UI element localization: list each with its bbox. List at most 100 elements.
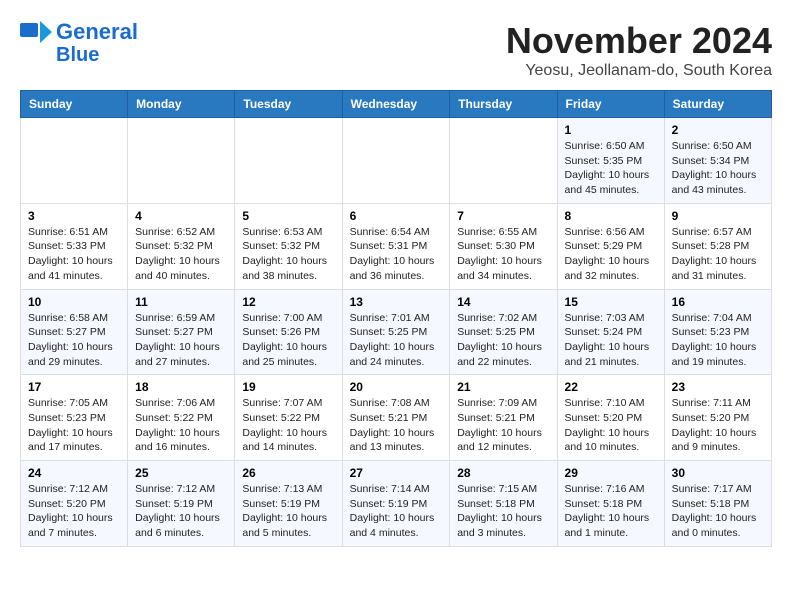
calendar-cell: 7 Sunrise: 6:55 AM Sunset: 5:30 PM Daylig… xyxy=(450,203,557,289)
day-info: Sunrise: 7:00 AM Sunset: 5:26 PM Dayligh… xyxy=(242,311,334,370)
day-number: 2 xyxy=(672,123,764,137)
day-number: 20 xyxy=(350,380,443,394)
calendar-cell: 25Sunrise: 7:12 AM Sunset: 5:19 PM Dayli… xyxy=(128,461,235,547)
calendar-cell: 12Sunrise: 7:00 AM Sunset: 5:26 PM Dayli… xyxy=(235,289,342,375)
logo: General Blue xyxy=(20,20,138,66)
day-info: Sunrise: 7:13 AM Sunset: 5:19 PM Dayligh… xyxy=(242,482,334,541)
day-number: 3 xyxy=(28,209,120,223)
day-info: Sunrise: 7:16 AM Sunset: 5:18 PM Dayligh… xyxy=(565,482,657,541)
calendar-table: SundayMondayTuesdayWednesdayThursdayFrid… xyxy=(20,90,772,547)
day-number: 4 xyxy=(135,209,227,223)
logo-icon xyxy=(20,21,52,43)
weekday-header-friday: Friday xyxy=(557,91,664,118)
calendar-cell: 26 Sunrise: 7:13 AM Sunset: 5:19 PM Dayli… xyxy=(235,461,342,547)
day-info: Sunrise: 6:56 AM Sunset: 5:29 PM Dayligh… xyxy=(565,225,657,284)
calendar-cell: 4 Sunrise: 6:52 AM Sunset: 5:32 PM Daylig… xyxy=(128,203,235,289)
day-info: Sunrise: 7:14 AM Sunset: 5:19 PM Dayligh… xyxy=(350,482,443,541)
day-info: Sunrise: 6:59 AM Sunset: 5:27 PM Dayligh… xyxy=(135,311,227,370)
day-info: Sunrise: 6:57 AM Sunset: 5:28 PM Dayligh… xyxy=(672,225,764,284)
week-row-2: 3 Sunrise: 6:51 AM Sunset: 5:33 PM Daylig… xyxy=(21,203,772,289)
day-info: Sunrise: 7:17 AM Sunset: 5:18 PM Dayligh… xyxy=(672,482,764,541)
day-number: 5 xyxy=(242,209,334,223)
calendar-cell: 17Sunrise: 7:05 AM Sunset: 5:23 PM Dayli… xyxy=(21,375,128,461)
day-number: 26 xyxy=(242,466,334,480)
day-number: 25 xyxy=(135,466,227,480)
day-number: 13 xyxy=(350,295,443,309)
week-row-4: 17Sunrise: 7:05 AM Sunset: 5:23 PM Dayli… xyxy=(21,375,772,461)
calendar-cell: 22Sunrise: 7:10 AM Sunset: 5:20 PM Dayli… xyxy=(557,375,664,461)
calendar-cell: 30 Sunrise: 7:17 AM Sunset: 5:18 PM Dayli… xyxy=(664,461,771,547)
calendar-cell: 11 Sunrise: 6:59 AM Sunset: 5:27 PM Dayli… xyxy=(128,289,235,375)
day-number: 27 xyxy=(350,466,443,480)
day-number: 11 xyxy=(135,295,227,309)
day-info: Sunrise: 7:10 AM Sunset: 5:20 PM Dayligh… xyxy=(565,396,657,455)
day-number: 15 xyxy=(565,295,657,309)
calendar-cell xyxy=(450,118,557,204)
day-number: 6 xyxy=(350,209,443,223)
calendar-cell: 15 Sunrise: 7:03 AM Sunset: 5:24 PM Dayli… xyxy=(557,289,664,375)
weekday-header-row: SundayMondayTuesdayWednesdayThursdayFrid… xyxy=(21,91,772,118)
day-info: Sunrise: 7:06 AM Sunset: 5:22 PM Dayligh… xyxy=(135,396,227,455)
logo-text: General xyxy=(56,20,138,44)
calendar-title-area: November 2024 Yeosu, Jeollanam-do, South… xyxy=(506,20,772,80)
calendar-cell: 2 Sunrise: 6:50 AM Sunset: 5:34 PM Daylig… xyxy=(664,118,771,204)
day-info: Sunrise: 7:11 AM Sunset: 5:20 PM Dayligh… xyxy=(672,396,764,455)
calendar-cell: 14 Sunrise: 7:02 AM Sunset: 5:25 PM Dayli… xyxy=(450,289,557,375)
weekday-header-saturday: Saturday xyxy=(664,91,771,118)
calendar-cell: 24Sunrise: 7:12 AM Sunset: 5:20 PM Dayli… xyxy=(21,461,128,547)
calendar-cell: 23Sunrise: 7:11 AM Sunset: 5:20 PM Dayli… xyxy=(664,375,771,461)
day-number: 7 xyxy=(457,209,549,223)
calendar-cell: 19 Sunrise: 7:07 AM Sunset: 5:22 PM Dayli… xyxy=(235,375,342,461)
day-info: Sunrise: 7:05 AM Sunset: 5:23 PM Dayligh… xyxy=(28,396,120,455)
calendar-subtitle: Yeosu, Jeollanam-do, South Korea xyxy=(506,62,772,80)
day-info: Sunrise: 6:55 AM Sunset: 5:30 PM Dayligh… xyxy=(457,225,549,284)
weekday-header-tuesday: Tuesday xyxy=(235,91,342,118)
day-number: 30 xyxy=(672,466,764,480)
calendar-title: November 2024 xyxy=(506,20,772,62)
day-info: Sunrise: 7:03 AM Sunset: 5:24 PM Dayligh… xyxy=(565,311,657,370)
week-row-5: 24Sunrise: 7:12 AM Sunset: 5:20 PM Dayli… xyxy=(21,461,772,547)
calendar-cell: 10 Sunrise: 6:58 AM Sunset: 5:27 PM Dayli… xyxy=(21,289,128,375)
calendar-cell: 21 Sunrise: 7:09 AM Sunset: 5:21 PM Dayli… xyxy=(450,375,557,461)
page-header: General Blue November 2024 Yeosu, Jeolla… xyxy=(20,20,772,80)
day-number: 10 xyxy=(28,295,120,309)
day-info: Sunrise: 7:01 AM Sunset: 5:25 PM Dayligh… xyxy=(350,311,443,370)
day-info: Sunrise: 6:50 AM Sunset: 5:34 PM Dayligh… xyxy=(672,139,764,198)
day-number: 29 xyxy=(565,466,657,480)
calendar-cell: 28Sunrise: 7:15 AM Sunset: 5:18 PM Dayli… xyxy=(450,461,557,547)
calendar-cell xyxy=(342,118,450,204)
day-info: Sunrise: 7:12 AM Sunset: 5:20 PM Dayligh… xyxy=(28,482,120,541)
calendar-cell: 29 Sunrise: 7:16 AM Sunset: 5:18 PM Dayli… xyxy=(557,461,664,547)
calendar-cell: 5 Sunrise: 6:53 AM Sunset: 5:32 PM Daylig… xyxy=(235,203,342,289)
day-info: Sunrise: 7:09 AM Sunset: 5:21 PM Dayligh… xyxy=(457,396,549,455)
calendar-cell xyxy=(235,118,342,204)
day-info: Sunrise: 6:50 AM Sunset: 5:35 PM Dayligh… xyxy=(565,139,657,198)
day-info: Sunrise: 6:53 AM Sunset: 5:32 PM Dayligh… xyxy=(242,225,334,284)
calendar-cell: 27 Sunrise: 7:14 AM Sunset: 5:19 PM Dayli… xyxy=(342,461,450,547)
weekday-header-sunday: Sunday xyxy=(21,91,128,118)
day-number: 19 xyxy=(242,380,334,394)
day-info: Sunrise: 7:04 AM Sunset: 5:23 PM Dayligh… xyxy=(672,311,764,370)
day-number: 16 xyxy=(672,295,764,309)
calendar-cell: 3 Sunrise: 6:51 AM Sunset: 5:33 PM Daylig… xyxy=(21,203,128,289)
day-info: Sunrise: 6:54 AM Sunset: 5:31 PM Dayligh… xyxy=(350,225,443,284)
weekday-header-thursday: Thursday xyxy=(450,91,557,118)
day-info: Sunrise: 6:58 AM Sunset: 5:27 PM Dayligh… xyxy=(28,311,120,370)
day-number: 21 xyxy=(457,380,549,394)
day-info: Sunrise: 7:02 AM Sunset: 5:25 PM Dayligh… xyxy=(457,311,549,370)
calendar-cell: 8 Sunrise: 6:56 AM Sunset: 5:29 PM Daylig… xyxy=(557,203,664,289)
calendar-cell xyxy=(21,118,128,204)
week-row-1: 1Sunrise: 6:50 AM Sunset: 5:35 PM Daylig… xyxy=(21,118,772,204)
calendar-cell: 18Sunrise: 7:06 AM Sunset: 5:22 PM Dayli… xyxy=(128,375,235,461)
calendar-cell: 16 Sunrise: 7:04 AM Sunset: 5:23 PM Dayli… xyxy=(664,289,771,375)
weekday-header-wednesday: Wednesday xyxy=(342,91,450,118)
day-info: Sunrise: 6:51 AM Sunset: 5:33 PM Dayligh… xyxy=(28,225,120,284)
day-number: 8 xyxy=(565,209,657,223)
day-info: Sunrise: 7:07 AM Sunset: 5:22 PM Dayligh… xyxy=(242,396,334,455)
day-number: 14 xyxy=(457,295,549,309)
calendar-cell: 9 Sunrise: 6:57 AM Sunset: 5:28 PM Daylig… xyxy=(664,203,771,289)
week-row-3: 10 Sunrise: 6:58 AM Sunset: 5:27 PM Dayli… xyxy=(21,289,772,375)
day-info: Sunrise: 7:15 AM Sunset: 5:18 PM Dayligh… xyxy=(457,482,549,541)
day-info: Sunrise: 6:52 AM Sunset: 5:32 PM Dayligh… xyxy=(135,225,227,284)
day-number: 9 xyxy=(672,209,764,223)
